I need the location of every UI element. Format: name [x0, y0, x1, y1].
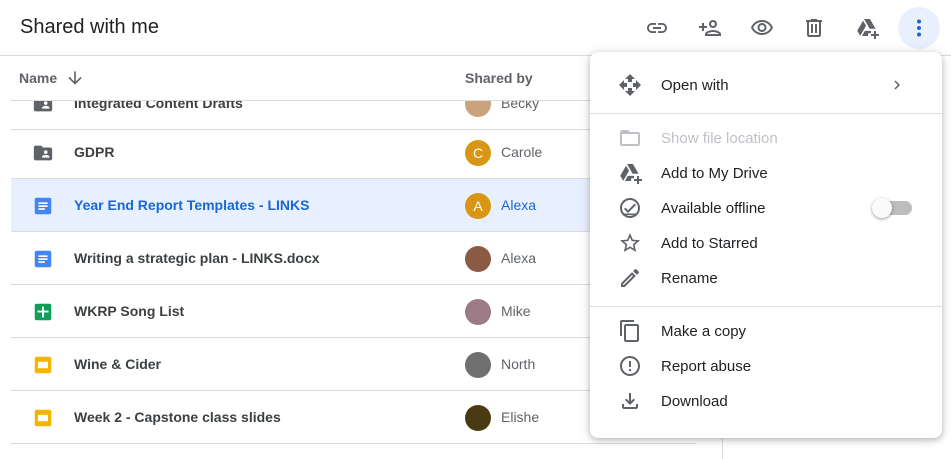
menu-item-show-file-location: Show file location — [590, 121, 942, 156]
chevron-right-icon — [894, 80, 900, 90]
move-arrows-icon — [619, 74, 641, 96]
owner-name: Elishe — [501, 409, 540, 425]
menu-item-available-offline[interactable]: Available offline — [590, 191, 942, 226]
slides-icon — [34, 356, 52, 374]
owner-name: Mike — [501, 303, 531, 319]
add-to-drive-icon[interactable] — [851, 12, 883, 44]
file-name: Wine & Cider — [74, 356, 161, 372]
page-title: Shared with me — [20, 16, 159, 38]
menu-item-report-abuse[interactable]: Report abuse — [590, 349, 942, 384]
avatar — [465, 246, 491, 272]
file-name: GDPR — [74, 144, 115, 160]
file-name: Writing a strategic plan - LINKS.docx — [74, 250, 320, 266]
owner-name: Alexa — [501, 197, 537, 213]
file-name: Year End Report Templates - LINKS — [74, 197, 310, 213]
avatar: A — [465, 193, 491, 219]
column-name[interactable]: Name — [19, 70, 57, 86]
copy-icon — [620, 320, 639, 342]
offline-toggle[interactable] — [872, 198, 912, 218]
docs-icon — [34, 197, 52, 215]
menu-label: Open with — [661, 77, 729, 94]
add-person-icon[interactable] — [694, 12, 726, 44]
menu-label: Report abuse — [661, 358, 752, 375]
pencil-icon — [621, 268, 640, 287]
top-bar: Shared with me — [0, 0, 951, 56]
menu-item-open-with[interactable]: Open with — [590, 68, 942, 103]
avatar — [465, 352, 491, 378]
file-name: Integrated Content Drafts — [74, 101, 243, 111]
file-name: WKRP Song List — [74, 303, 185, 319]
menu-label: Available offline — [661, 200, 766, 217]
star-outline-icon — [620, 233, 640, 252]
shared-folder-icon — [33, 101, 53, 112]
avatar — [465, 101, 491, 117]
owner-name: Alexa — [501, 250, 537, 266]
preview-eye-icon[interactable] — [746, 12, 778, 44]
avatar — [465, 405, 491, 431]
menu-label: Download — [661, 393, 728, 410]
download-icon — [622, 393, 638, 409]
trash-icon[interactable] — [798, 12, 830, 44]
column-header-row: Name Shared by — [11, 56, 601, 101]
add-to-drive-icon — [620, 164, 642, 184]
slides-icon — [34, 409, 52, 427]
menu-label: Add to Starred — [661, 235, 758, 252]
docs-icon — [34, 250, 52, 268]
owner-name: Carole — [501, 144, 543, 160]
shared-folder-icon — [33, 145, 53, 161]
menu-label: Show file location — [661, 130, 778, 147]
avatar: C — [465, 140, 491, 166]
menu-label: Make a copy — [661, 323, 747, 340]
menu-item-download[interactable]: Download — [590, 384, 942, 419]
more-vert-icon — [917, 19, 921, 37]
menu-item-make-a-copy[interactable]: Make a copy — [590, 314, 942, 349]
menu-label: Add to My Drive — [661, 165, 768, 182]
menu-item-rename[interactable]: Rename — [590, 261, 942, 296]
menu-item-add-to-starred[interactable]: Add to Starred — [590, 226, 942, 261]
alert-circle-icon — [620, 356, 640, 376]
arrow-down-icon[interactable] — [65, 68, 85, 88]
more-actions-button[interactable] — [898, 7, 940, 49]
menu-item-add-to-my-drive[interactable]: Add to My Drive — [590, 156, 942, 191]
menu-divider — [590, 113, 942, 114]
menu-divider — [590, 306, 942, 307]
file-name: Week 2 - Capstone class slides — [74, 409, 281, 425]
owner-name: North — [501, 356, 536, 372]
folder-outline-icon — [620, 130, 640, 146]
offline-check-icon — [620, 198, 640, 218]
owner-name: Becky — [501, 101, 540, 111]
link-icon[interactable] — [641, 12, 673, 44]
sheets-icon — [34, 303, 52, 321]
menu-label: Rename — [661, 270, 718, 287]
avatar — [465, 299, 491, 325]
context-menu: Open with Show file location Add to My D… — [590, 52, 942, 438]
toggle-thumb — [872, 198, 892, 218]
column-shared-by[interactable]: Shared by — [465, 70, 533, 86]
